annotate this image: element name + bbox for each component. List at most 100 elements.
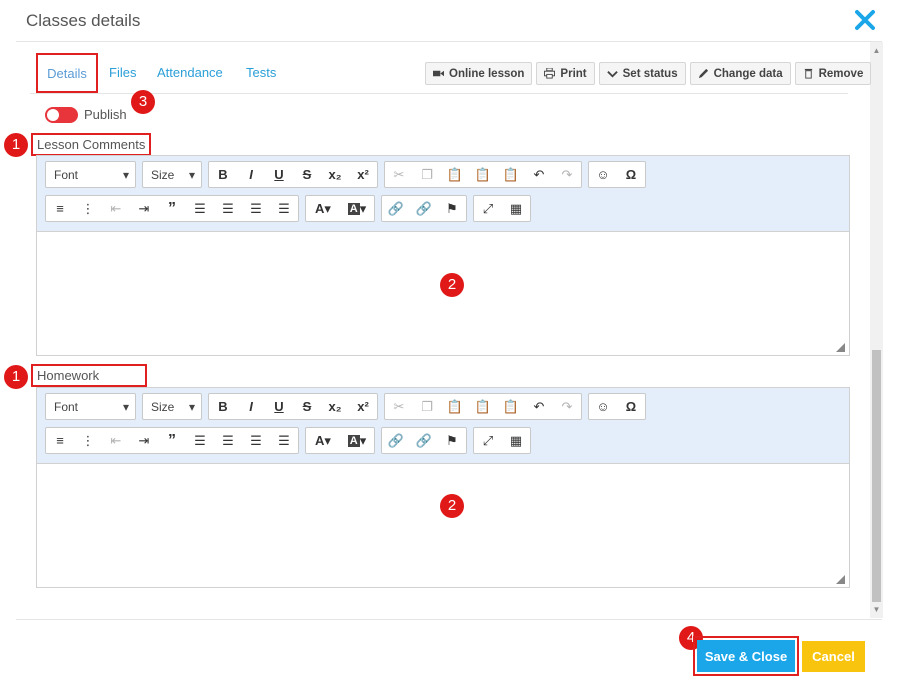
indent-icon[interactable]: ⇥ [130, 428, 158, 453]
align-right-icon[interactable]: ☰ [242, 196, 270, 221]
size-select[interactable]: Size ▾ [142, 161, 202, 188]
tab-details[interactable]: Details [36, 53, 98, 93]
unlink-icon[interactable]: 🔗 [410, 428, 438, 453]
align-left-icon[interactable]: ☰ [186, 428, 214, 453]
remove-button[interactable]: Remove [794, 62, 872, 85]
numbered-list-icon[interactable]: ≡ [46, 428, 74, 453]
font-select[interactable]: Font ▾ [45, 393, 136, 420]
copy-icon[interactable]: ❐ [413, 394, 441, 419]
underline-icon[interactable]: U [265, 162, 293, 187]
justify-icon[interactable]: ☰ [270, 428, 298, 453]
cut-icon[interactable]: ✂ [385, 394, 413, 419]
undo-icon[interactable]: ↶ [525, 162, 553, 187]
homework-editor: Font ▾ Size ▾ B I U S x₂ x² ✂ ❐ 📋 📋 📋 ↶ [36, 387, 850, 588]
blockquote-icon[interactable]: ” [158, 428, 186, 453]
homework-textarea[interactable]: 2 [37, 464, 849, 587]
clipboard-group: ✂ ❐ 📋 📋 📋 ↶ ↷ [384, 161, 582, 188]
bold-icon[interactable]: B [209, 162, 237, 187]
copy-icon[interactable]: ❐ [413, 162, 441, 187]
callout-badge-2: 2 [440, 494, 464, 518]
maximize-icon[interactable]: ⤢ [474, 428, 502, 453]
unlink-icon[interactable]: 🔗 [410, 196, 438, 221]
background-color-icon[interactable]: A ▾ [340, 196, 374, 221]
size-select[interactable]: Size ▾ [142, 393, 202, 420]
subscript-icon[interactable]: x₂ [321, 162, 349, 187]
save-highlight: Save & Close [693, 636, 799, 676]
align-center-icon[interactable]: ☰ [214, 196, 242, 221]
background-color-icon[interactable]: A ▾ [340, 428, 374, 453]
anchor-flag-icon[interactable]: ⚑ [438, 428, 466, 453]
numbered-list-icon[interactable]: ≡ [46, 196, 74, 221]
subscript-icon[interactable]: x₂ [321, 394, 349, 419]
publish-toggle[interactable] [45, 107, 78, 123]
lesson-comments-textarea[interactable]: 2 [37, 232, 849, 355]
format-group: B I U S x₂ x² [208, 393, 378, 420]
redo-icon[interactable]: ↷ [553, 394, 581, 419]
paste-text-icon[interactable]: 📋 [469, 394, 497, 419]
tab-files[interactable]: Files [109, 58, 136, 94]
text-color-icon[interactable]: A▾ [306, 196, 340, 221]
dialog-scrollbar[interactable]: ▲ ▼ [870, 42, 883, 618]
indent-icon[interactable]: ⇥ [130, 196, 158, 221]
link-icon[interactable]: 🔗 [382, 428, 410, 453]
print-button[interactable]: Print [536, 62, 595, 85]
callout-badge-1: 1 [4, 365, 28, 389]
anchor-flag-icon[interactable]: ⚑ [438, 196, 466, 221]
smiley-icon[interactable]: ☺ [589, 394, 617, 419]
resize-handle-icon[interactable] [836, 575, 845, 584]
outdent-icon[interactable]: ⇤ [102, 196, 130, 221]
superscript-icon[interactable]: x² [349, 394, 377, 419]
online-lesson-label: Online lesson [449, 67, 525, 80]
omega-icon[interactable]: Ω [617, 394, 645, 419]
paste-icon[interactable]: 📋 [441, 394, 469, 419]
italic-icon[interactable]: I [237, 394, 265, 419]
cancel-button[interactable]: Cancel [802, 641, 865, 672]
save-close-button[interactable]: Save & Close [697, 640, 795, 672]
scroll-up-arrow-icon[interactable]: ▲ [870, 46, 883, 56]
set-status-button[interactable]: Set status [598, 62, 686, 85]
font-select[interactable]: Font ▾ [45, 161, 136, 188]
smiley-icon[interactable]: ☺ [589, 162, 617, 187]
maximize-icon[interactable]: ⤢ [474, 196, 502, 221]
bold-icon[interactable]: B [209, 394, 237, 419]
redo-icon[interactable]: ↷ [553, 162, 581, 187]
cut-icon[interactable]: ✂ [385, 162, 413, 187]
resize-handle-icon[interactable] [836, 343, 845, 352]
strikethrough-icon[interactable]: S [293, 162, 321, 187]
underline-icon[interactable]: U [265, 394, 293, 419]
blockquote-icon[interactable]: ” [158, 196, 186, 221]
paragraph-group: ≡ ⋮ ⇤ ⇥ ” ☰ ☰ ☰ ☰ [45, 195, 299, 222]
link-icon[interactable]: 🔗 [382, 196, 410, 221]
size-select-label: Size [151, 167, 175, 182]
bulleted-list-icon[interactable]: ⋮ [74, 196, 102, 221]
scroll-down-arrow-icon[interactable]: ▼ [870, 605, 883, 615]
tab-tests[interactable]: Tests [246, 58, 276, 94]
close-icon[interactable] [853, 8, 877, 32]
scroll-thumb[interactable] [872, 350, 881, 602]
italic-icon[interactable]: I [237, 162, 265, 187]
align-right-icon[interactable]: ☰ [242, 428, 270, 453]
align-center-icon[interactable]: ☰ [214, 428, 242, 453]
paste-text-icon[interactable]: 📋 [469, 162, 497, 187]
view-group: ⤢ ▦ [473, 195, 531, 222]
paste-word-icon[interactable]: 📋 [497, 394, 525, 419]
outdent-icon[interactable]: ⇤ [102, 428, 130, 453]
paste-word-icon[interactable]: 📋 [497, 162, 525, 187]
strikethrough-icon[interactable]: S [293, 394, 321, 419]
tab-attendance[interactable]: Attendance [157, 58, 223, 94]
omega-icon[interactable]: Ω [617, 162, 645, 187]
paste-icon[interactable]: 📋 [441, 162, 469, 187]
bulleted-list-icon[interactable]: ⋮ [74, 428, 102, 453]
online-lesson-button[interactable]: Online lesson [425, 62, 533, 85]
undo-icon[interactable]: ↶ [525, 394, 553, 419]
change-data-label: Change data [713, 67, 783, 80]
show-blocks-icon[interactable]: ▦ [502, 196, 530, 221]
show-blocks-icon[interactable]: ▦ [502, 428, 530, 453]
justify-icon[interactable]: ☰ [270, 196, 298, 221]
change-data-button[interactable]: Change data [689, 62, 791, 85]
lesson-comments-editor: Font ▾ Size ▾ B I U S x₂ x² ✂ ❐ 📋 📋 📋 ↶ [36, 155, 850, 356]
superscript-icon[interactable]: x² [349, 162, 377, 187]
align-left-icon[interactable]: ☰ [186, 196, 214, 221]
text-color-icon[interactable]: A▾ [306, 428, 340, 453]
format-group: B I U S x₂ x² [208, 161, 378, 188]
